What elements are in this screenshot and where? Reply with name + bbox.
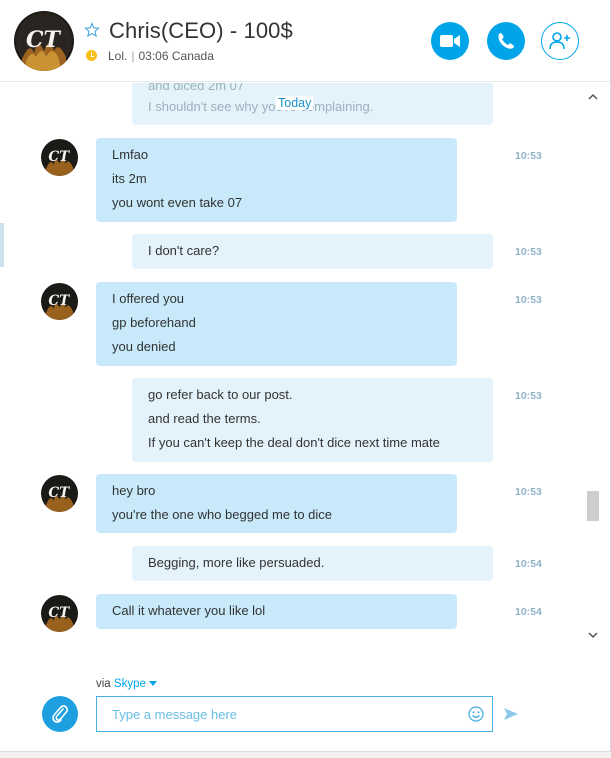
contact-avatar[interactable]: CT (14, 11, 74, 71)
add-people-button[interactable] (541, 22, 579, 60)
message-timestamp: 10:53 (515, 486, 542, 498)
message-line: go refer back to our post. (148, 387, 293, 402)
outgoing-message[interactable]: go refer back to our post. and read the … (132, 378, 493, 462)
message-line: I don't care? (148, 243, 220, 258)
message-line: you denied (112, 339, 176, 354)
send-via-selector[interactable]: via Skype (96, 678, 157, 690)
phone-icon (498, 33, 514, 49)
via-label: via (96, 678, 111, 690)
video-call-button[interactable] (431, 22, 469, 60)
message-line: gp beforehand (112, 315, 196, 330)
message-line: you're the one who begged me to dice (112, 507, 333, 522)
previous-message-line: I shouldn't see why you're complaining. (148, 99, 374, 114)
svg-text:CT: CT (48, 149, 70, 165)
smiley-icon[interactable] (468, 706, 484, 722)
svg-text:CT: CT (26, 27, 62, 53)
sender-avatar[interactable]: CT (41, 475, 78, 512)
incoming-message[interactable]: I offered you gp beforehand you denied (96, 282, 457, 366)
message-line: and read the terms. (148, 411, 261, 426)
add-person-icon (549, 32, 570, 50)
mood-separator: | (131, 49, 135, 63)
svg-text:CT: CT (48, 485, 70, 501)
message-line: you wont even take 07 (112, 195, 243, 210)
message-composer: via Skype (0, 640, 611, 758)
conversation-rail (0, 223, 4, 267)
message-timestamp: 10:53 (515, 150, 542, 162)
sender-avatar[interactable]: CT (41, 139, 78, 176)
outgoing-message[interactable]: Begging, more like persuaded. (132, 546, 493, 581)
sender-avatar[interactable]: CT (41, 283, 78, 320)
message-timestamp: 10:54 (515, 558, 542, 570)
incoming-message[interactable]: Call it whatever you like lol (96, 594, 457, 629)
message-timestamp: 10:53 (515, 390, 542, 402)
audio-call-button[interactable] (487, 22, 525, 60)
message-list[interactable]: and diced 2m 07 I shouldn't see why you'… (0, 83, 595, 640)
send-arrow-icon[interactable] (503, 706, 519, 722)
incoming-message[interactable]: Lmfao its 2m you wont even take 07 (96, 138, 457, 222)
message-line: Lmfao (112, 147, 149, 162)
message-timestamp: 10:54 (515, 606, 542, 618)
sender-avatar[interactable]: CT (41, 595, 78, 632)
message-line: hey bro (112, 483, 156, 498)
caret-down-icon[interactable] (148, 681, 157, 687)
contact-mood-line: Lol. | 03:06 Canada (108, 49, 214, 63)
message-input-container[interactable] (96, 696, 493, 732)
mood-text: Lol. (108, 49, 128, 63)
message-line: its 2m (112, 171, 147, 186)
local-time: 03:06 Canada (138, 49, 214, 63)
message-timestamp: 10:53 (515, 294, 542, 306)
window-border-bottom (0, 751, 611, 758)
away-clock-icon (86, 50, 97, 61)
chevron-down-icon[interactable] (588, 627, 598, 639)
paperclip-icon (52, 705, 69, 723)
svg-text:CT: CT (48, 605, 70, 621)
svg-text:CT: CT (48, 293, 70, 309)
service-name[interactable]: Skype (114, 678, 146, 690)
message-input[interactable] (97, 697, 457, 731)
date-divider: Today (276, 96, 314, 110)
star-outline-icon[interactable] (84, 22, 100, 38)
contact-name[interactable]: Chris(CEO) - 100$ (109, 18, 293, 44)
chevron-up-icon[interactable] (588, 89, 598, 100)
message-line: If you can't keep the deal don't dice ne… (148, 435, 440, 450)
outgoing-message[interactable]: I don't care? (132, 234, 493, 269)
previous-message-line: and diced 2m 07 (148, 83, 245, 93)
message-line: Call it whatever you like lol (112, 603, 266, 618)
scrollbar-thumb[interactable] (587, 491, 599, 521)
conversation-header: CT Chris(CEO) - 100$ Lol. | 03:06 Canada (0, 0, 611, 82)
message-line: Begging, more like persuaded. (148, 555, 325, 570)
message-scrollbar[interactable] (586, 83, 600, 640)
video-camera-icon (440, 35, 460, 47)
incoming-message[interactable]: hey bro you're the one who begged me to … (96, 474, 457, 533)
attach-button[interactable] (42, 696, 78, 732)
message-line: I offered you (112, 291, 185, 306)
message-timestamp: 10:53 (515, 246, 542, 258)
